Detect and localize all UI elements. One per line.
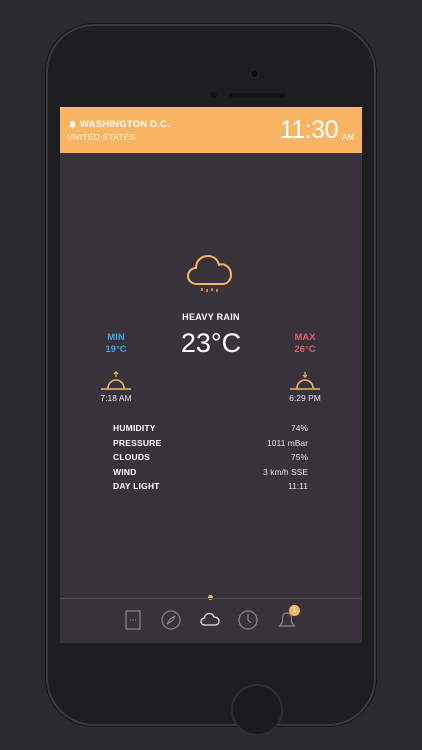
max-temp-label: MAX (294, 332, 316, 343)
tab-weather[interactable] (199, 609, 221, 631)
list-icon (125, 610, 141, 630)
detail-value: 11:11 (287, 481, 308, 492)
tab-clock[interactable] (237, 609, 259, 631)
clock-icon (238, 610, 258, 630)
min-temp-label: MIN (107, 332, 125, 343)
clock-time: 11:30 (279, 116, 339, 144)
detail-label: WIND (113, 466, 137, 477)
city-name: WASHINGTON D.C. (80, 119, 170, 130)
cloud-icon (200, 612, 220, 626)
country-name: UNITED STATES (67, 132, 136, 142)
clock-ampm: AM (342, 133, 354, 142)
sunrise-icon (101, 371, 131, 390)
tab-compass[interactable] (160, 609, 182, 631)
max-temp-value: 26°C (294, 344, 316, 355)
min-temp-value: 19°C (105, 344, 127, 355)
detail-value: 74% (290, 423, 308, 434)
sunrise-time: 7:18 AM (100, 393, 132, 403)
app-screen: WASHINGTON D.C. UNITED STATES 11:30 AM H… (60, 107, 362, 643)
detail-value: 75% (290, 452, 308, 463)
detail-label: PRESSURE (113, 437, 162, 448)
detail-row-pressure: PRESSURE 1011 mBar (113, 436, 308, 451)
detail-label: DAY LIGHT (113, 481, 160, 492)
proximity-sensor (211, 92, 217, 98)
cloud-rain-icon (187, 255, 232, 292)
earpiece-speaker (229, 93, 285, 97)
bell-icon (69, 120, 76, 129)
front-camera (251, 70, 258, 77)
detail-row-clouds: CLOUDS 75% (113, 450, 308, 465)
weather-details: HUMIDITY 74% PRESSURE 1011 mBar CLOUDS 7… (113, 421, 308, 494)
sunset-time: 6:29 PM (289, 393, 321, 403)
sunset-icon (290, 372, 320, 390)
detail-value: 3 km/h SSE (263, 466, 308, 477)
weather-condition: HEAVY RAIN (182, 312, 240, 322)
notification-badge: 1 (289, 605, 300, 616)
detail-value: 1011 mBar (267, 437, 308, 448)
detail-row-humidity: HUMIDITY 74% (113, 421, 308, 436)
detail-row-wind: WIND 3 km/h SSE (113, 465, 308, 480)
home-button[interactable] (231, 684, 283, 736)
detail-row-daylight: DAY LIGHT 11:11 (113, 479, 308, 494)
detail-label: CLOUDS (113, 452, 151, 463)
detail-label: HUMIDITY (113, 423, 156, 434)
compass-icon (161, 610, 181, 630)
tab-list[interactable] (122, 609, 144, 631)
location-header[interactable]: WASHINGTON D.C. UNITED STATES 11:30 AM (60, 107, 362, 153)
tab-bar (60, 599, 362, 643)
